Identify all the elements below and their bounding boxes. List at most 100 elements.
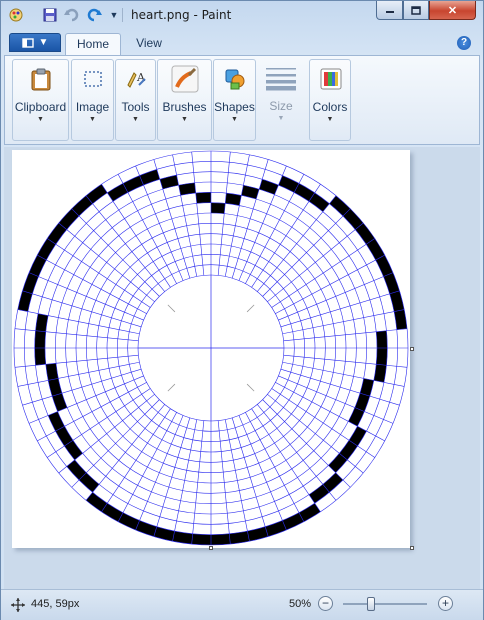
maximize-button[interactable] [403, 1, 429, 20]
heart-pixel-cell [211, 202, 226, 214]
resize-handle-bottom[interactable] [209, 546, 213, 550]
grid-radial-line [28, 272, 144, 321]
grid-radial-line [262, 208, 351, 297]
chevron-down-icon: ▼ [326, 116, 334, 123]
shapes-label: Shapes [214, 100, 255, 114]
grid-radial-line [217, 420, 231, 545]
heart-pixel-cell [34, 348, 46, 366]
grid-radial-line [262, 399, 351, 488]
grid-radial-line [117, 412, 177, 522]
paint-app-icon[interactable] [7, 6, 25, 24]
grid-radial-line [217, 151, 231, 276]
chevron-down-icon: ▼ [89, 116, 96, 123]
grid-radial-line [283, 354, 408, 368]
heart-pixel-cell [191, 533, 211, 545]
clipboard-icon [27, 65, 55, 93]
customize-qat-icon[interactable]: ▼ [105, 6, 123, 24]
clipboard-group[interactable]: Clipboard ▼ [12, 59, 69, 141]
brushes-group[interactable]: Brushes ▼ [157, 59, 212, 141]
grid-radial-line [257, 195, 337, 292]
grid-radial-line [85, 404, 165, 501]
redo-icon[interactable] [85, 6, 103, 24]
grid-radial-line [58, 222, 155, 302]
zoom-out-button[interactable]: − [318, 596, 333, 611]
grid-radial-line [191, 420, 205, 545]
grid-radial-line [280, 290, 400, 328]
grid-radial-line [58, 394, 155, 474]
heart-pixel-cell [376, 348, 388, 366]
grid-radial-line [278, 272, 394, 321]
chevron-down-icon: ▼ [132, 116, 139, 123]
minimize-button[interactable] [376, 1, 403, 20]
image-group[interactable]: Image ▼ [71, 59, 114, 141]
minimize-icon [385, 11, 394, 13]
grid-radial-line [37, 254, 147, 314]
paint-menu-icon [21, 37, 34, 48]
ribbon-home-panel: Clipboard ▼ Image ▼ A Tools ▼ Brushes ▼ [4, 55, 480, 145]
heart-pixel-cell [195, 192, 211, 204]
zoom-slider-thumb[interactable] [367, 597, 375, 611]
heart-pixel-cell [394, 309, 408, 330]
colors-label: Colors [312, 100, 348, 114]
grid-radial-line [71, 208, 160, 297]
resize-handle-corner[interactable] [410, 546, 414, 550]
grid-radial-line [267, 222, 364, 302]
close-icon: ✕ [447, 4, 458, 17]
title-separator [122, 8, 123, 22]
minus-icon: − [321, 596, 329, 610]
diagonal-tick [167, 383, 176, 392]
shapes-icon [221, 65, 249, 93]
drawing-canvas[interactable] [12, 150, 410, 548]
heart-pixel-cell [172, 531, 193, 545]
grid-radial-line [22, 368, 142, 406]
tab-home[interactable]: Home [65, 33, 121, 55]
grid-radial-line [85, 195, 165, 292]
grid-radial-line [231, 159, 269, 279]
save-icon[interactable] [41, 6, 59, 24]
grid-radial-line [278, 375, 394, 424]
close-button[interactable]: ✕ [429, 1, 476, 20]
grid-radial-line [257, 404, 337, 501]
zoom-level: 50% [289, 598, 312, 610]
grid-radial-line [153, 417, 191, 537]
heart-pixel-cell [229, 531, 250, 545]
zoom-in-button[interactable]: + [438, 596, 453, 611]
canvas-workspace [4, 147, 480, 589]
tools-group[interactable]: A Tools ▼ [115, 59, 156, 141]
grid-radial-line [191, 151, 205, 276]
colors-group[interactable]: Colors ▼ [309, 59, 351, 141]
zoom-slider[interactable] [343, 597, 427, 611]
image-label: Image [75, 100, 110, 114]
title-bar: ▼ heart.png - Paint ✕ [1, 1, 483, 29]
chevron-down-icon: ▼ [38, 37, 49, 48]
maximize-icon [411, 5, 421, 15]
resize-handle-right[interactable] [410, 347, 414, 351]
paint-window: ▼ heart.png - Paint ✕ ▼ Home View ? Clip… [0, 0, 484, 620]
grid-radial-line [71, 399, 160, 488]
diagonal-tick [167, 304, 176, 313]
undo-icon[interactable] [63, 6, 81, 24]
heart-polar-grid-image [13, 150, 409, 546]
tab-view[interactable]: View [123, 33, 175, 55]
diagonal-tick [246, 383, 255, 392]
clipboard-label: Clipboard [14, 100, 67, 114]
chevron-down-icon: ▼ [181, 116, 188, 123]
chevron-down-icon: ▼ [231, 116, 238, 123]
cursor-position: 445, 59px [31, 598, 80, 610]
paint-menu-button[interactable]: ▼ [9, 33, 61, 52]
brush-icon [171, 65, 199, 93]
chevron-down-icon: ▼ [37, 116, 44, 123]
grid-radial-line [231, 417, 269, 537]
size-icon [265, 64, 297, 92]
heart-pixel-cell [159, 175, 179, 190]
grid-radial-line [14, 354, 139, 368]
grid-radial-line [28, 375, 144, 424]
grid-radial-line [245, 412, 305, 522]
shapes-group[interactable]: Shapes ▼ [213, 59, 256, 141]
help-icon[interactable]: ? [457, 36, 471, 50]
grid-radial-line [117, 174, 177, 284]
tools-icon: A [122, 65, 150, 93]
grid-radial-line [275, 254, 385, 314]
grid-radial-line [283, 328, 408, 342]
grid-radial-line [267, 394, 364, 474]
